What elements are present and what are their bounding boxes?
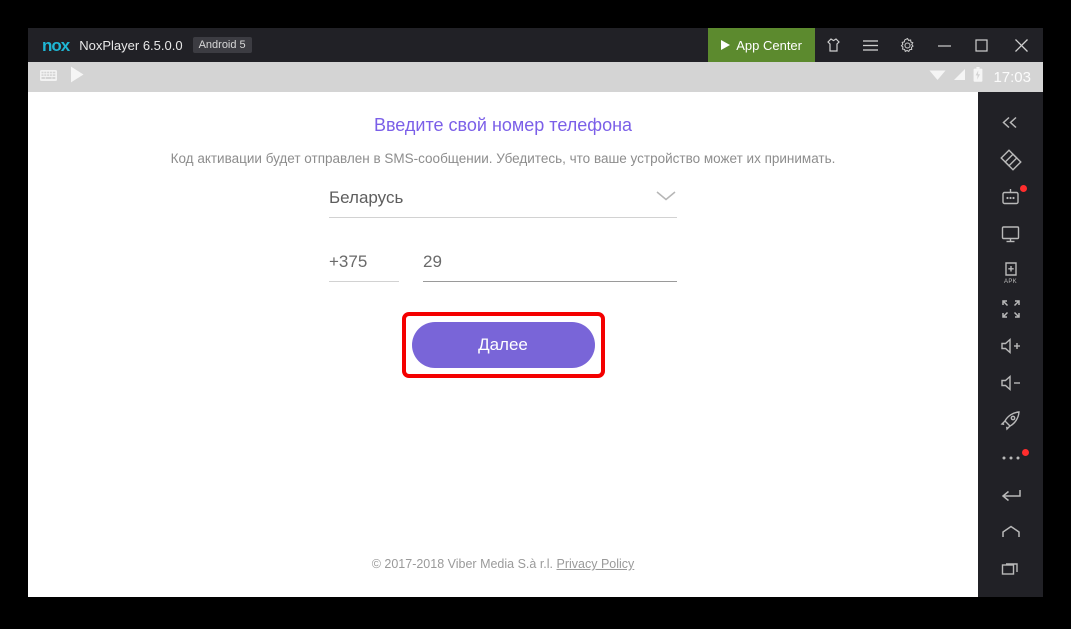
- multi-instance-icon[interactable]: [988, 141, 1034, 178]
- page-subtitle: Код активации будет отправлен в SMS-сооб…: [170, 151, 836, 166]
- maximize-icon[interactable]: [963, 28, 1000, 62]
- wifi-icon: [929, 68, 946, 86]
- android-screen: Введите свой номер телефона Код активаци…: [28, 92, 978, 597]
- settings-gear-icon[interactable]: [889, 28, 926, 62]
- phone-input-row: +375 29: [329, 252, 677, 282]
- macro-recorder-icon[interactable]: [988, 178, 1034, 215]
- volume-up-icon[interactable]: [988, 327, 1034, 364]
- app-center-label: App Center: [736, 37, 802, 53]
- android-status-bar: 17:03: [28, 62, 1043, 92]
- keyboard-icon: [40, 68, 57, 86]
- title-bar-controls: App Center: [708, 28, 1043, 62]
- signal-icon: [953, 68, 966, 86]
- title-bar-left: nox NoxPlayer 6.5.0.0 Android 5: [28, 28, 252, 62]
- menu-icon[interactable]: [852, 28, 889, 62]
- play-store-icon: [70, 66, 85, 88]
- minimize-icon[interactable]: [926, 28, 963, 62]
- status-indicators: 17:03: [929, 67, 1031, 87]
- form-fields: Беларусь +375 29: [329, 188, 677, 282]
- next-button[interactable]: Далее: [411, 322, 595, 368]
- android-version-badge: Android 5: [192, 37, 252, 53]
- tshirt-theme-icon[interactable]: [815, 28, 852, 62]
- close-icon[interactable]: [1000, 28, 1043, 62]
- screenshot-icon[interactable]: [988, 216, 1034, 253]
- page-title: Введите свой номер телефона: [373, 115, 633, 135]
- status-bar-clock: 17:03: [993, 68, 1031, 86]
- window-title: NoxPlayer 6.5.0.0: [79, 37, 183, 53]
- chevron-down-icon: [655, 189, 677, 207]
- status-notifications: [40, 66, 85, 88]
- phone-number-input[interactable]: 29: [423, 252, 677, 282]
- nox-logo-icon: nox: [42, 35, 70, 55]
- android-back-icon[interactable]: [988, 476, 1034, 513]
- nox-toolbar: APK: [978, 92, 1043, 597]
- privacy-policy-link[interactable]: Privacy Policy: [557, 557, 635, 571]
- install-apk-icon[interactable]: APK: [988, 253, 1034, 290]
- play-triangle-icon: [721, 40, 731, 50]
- window-title-bar: nox NoxPlayer 6.5.0.0 Android 5 App Cent…: [28, 28, 1043, 62]
- next-button-area: Далее: [28, 312, 978, 378]
- more-options-icon[interactable]: [988, 439, 1034, 476]
- android-home-icon[interactable]: [988, 513, 1034, 550]
- fullscreen-icon[interactable]: [988, 290, 1034, 327]
- android-recents-icon[interactable]: [988, 550, 1034, 587]
- noxplayer-window: nox NoxPlayer 6.5.0.0 Android 5 App Cent…: [28, 28, 1043, 597]
- emulator-body: Введите свой номер телефона Код активаци…: [28, 92, 1043, 597]
- volume-down-icon[interactable]: [988, 364, 1034, 401]
- country-code-field[interactable]: +375: [329, 252, 399, 282]
- copyright-text: © 2017-2018 Viber Media S.à r.l.: [371, 557, 554, 571]
- app-center-button[interactable]: App Center: [708, 28, 815, 62]
- country-select[interactable]: Беларусь: [329, 188, 677, 218]
- country-select-value: Беларусь: [329, 188, 404, 207]
- apk-label: APK: [1004, 279, 1017, 286]
- collapse-sidebar-icon[interactable]: [988, 104, 1034, 141]
- battery-icon: [973, 67, 983, 87]
- footer: © 2017-2018 Viber Media S.à r.l. Privacy…: [28, 557, 978, 571]
- annotation-highlight-box: Далее: [401, 312, 605, 378]
- boost-rocket-icon[interactable]: [988, 402, 1034, 439]
- macro-recorder-badge: [1019, 185, 1027, 193]
- more-options-badge: [1021, 448, 1029, 456]
- title-bar-spacer: [252, 28, 709, 62]
